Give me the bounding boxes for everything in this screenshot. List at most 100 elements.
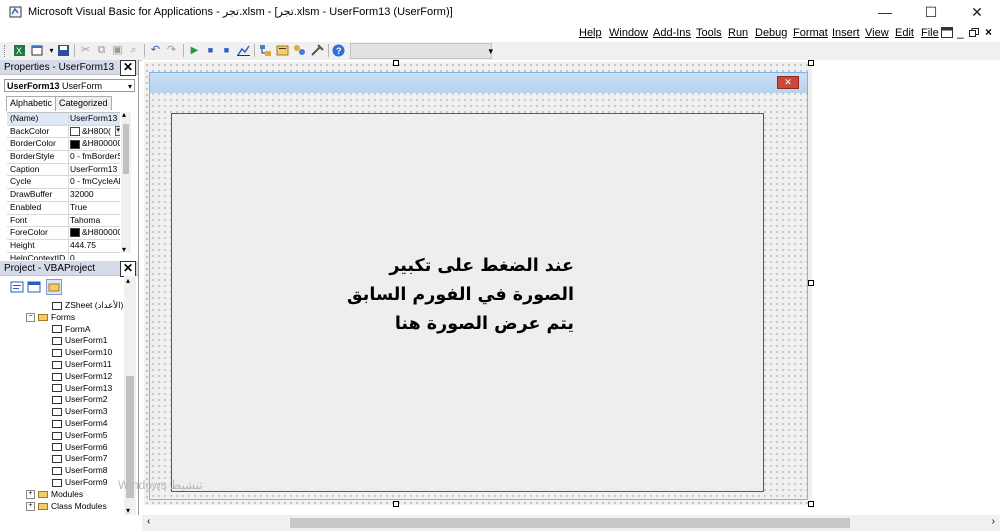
prop-value[interactable]: 32000 — [68, 189, 120, 201]
minimize-button[interactable]: — — [862, 0, 908, 24]
userform-close-icon[interactable]: ✕ — [777, 76, 799, 89]
tree-item[interactable]: UserForm6 — [52, 441, 108, 453]
prop-row[interactable]: ForeColor &H800000 — [7, 227, 120, 240]
object-browser-icon[interactable] — [292, 43, 307, 58]
tree-item[interactable]: + Modules — [26, 488, 83, 500]
menu-format[interactable]: Format — [793, 27, 828, 39]
prop-row[interactable]: DrawBuffer 32000 — [7, 189, 120, 202]
reset-icon[interactable]: ■ — [219, 43, 234, 58]
insert-userform-icon[interactable] — [30, 43, 45, 58]
prop-value[interactable]: &H800000 — [68, 138, 120, 151]
tree-item[interactable]: UserForm10 — [52, 346, 112, 358]
menu-insert[interactable]: Insert — [832, 27, 860, 39]
view-code-icon[interactable] — [10, 280, 24, 294]
paste-icon[interactable]: ▣ — [110, 43, 125, 58]
prop-value[interactable]: &H800(▾ — [68, 125, 120, 138]
menu-add-ins[interactable]: Add-Ins — [653, 27, 691, 39]
prop-value[interactable]: 444.75 — [68, 239, 120, 252]
help-icon[interactable]: ? — [331, 43, 346, 58]
resize-handle[interactable] — [808, 501, 814, 507]
break-icon[interactable]: ■ — [203, 43, 218, 58]
undo-icon[interactable]: ↶ — [148, 43, 163, 58]
tree-item[interactable]: UserForm3 — [52, 405, 108, 417]
mdi-restore-icon[interactable] — [969, 28, 979, 37]
project-explorer-icon[interactable] — [258, 43, 273, 58]
properties-scrollbar[interactable]: ▴ ▾ — [121, 110, 131, 254]
tree-item[interactable]: UserForm5 — [52, 429, 108, 441]
find-icon[interactable]: ⌕ — [126, 43, 141, 58]
scroll-left-icon[interactable]: ‹ — [147, 516, 150, 527]
prop-value[interactable]: 0 - fmCycleAllF — [68, 176, 120, 189]
object-selector[interactable]: UserForm13 UserForm ▾ — [4, 79, 135, 92]
tree-item[interactable]: UserForm11 — [52, 358, 112, 370]
tab-categorized[interactable]: Categorized — [55, 96, 112, 110]
chevron-down-icon[interactable]: ▾ — [115, 125, 120, 136]
tree-item[interactable]: UserForm4 — [52, 417, 108, 429]
toolbox-icon[interactable] — [310, 43, 325, 58]
prop-row[interactable]: BorderColor &H800000 — [7, 138, 120, 152]
prop-row[interactable]: (Name) UserForm13 — [7, 113, 120, 126]
form-label[interactable]: عند الضغط على تكبير الصورة في الفورم الس… — [347, 252, 574, 339]
view-object-icon[interactable] — [27, 280, 41, 294]
scroll-thumb[interactable] — [123, 124, 129, 174]
expand-icon[interactable]: + — [26, 501, 35, 511]
toolbar-grip[interactable] — [4, 45, 8, 57]
close-button[interactable]: ✕ — [954, 0, 1000, 24]
scroll-down-icon[interactable]: ▾ — [122, 245, 126, 254]
tree-item[interactable]: ZSheet (الأعداد) — [52, 299, 123, 311]
toolbar-options-icon[interactable]: ▾ — [488, 46, 493, 57]
prop-row[interactable]: Enabled True — [7, 201, 120, 215]
redo-icon[interactable]: ↷ — [164, 43, 179, 58]
menu-help[interactable]: Help — [579, 27, 602, 39]
scroll-right-icon[interactable]: › — [992, 516, 995, 527]
toggle-folders-icon[interactable] — [46, 279, 62, 295]
prop-row[interactable]: Caption UserForm13 — [7, 163, 120, 177]
maximize-button[interactable]: ☐ — [908, 0, 954, 24]
scroll-thumb[interactable] — [290, 518, 850, 528]
excel-view-icon[interactable]: X — [12, 43, 27, 58]
tree-item[interactable]: UserForm9 — [52, 476, 108, 488]
prop-value[interactable]: &H800000 — [68, 227, 120, 239]
run-icon[interactable]: ▶ — [187, 43, 202, 58]
tree-item[interactable]: UserForm13 — [52, 382, 112, 394]
tree-item[interactable]: UserForm8 — [52, 464, 108, 476]
menu-run[interactable]: Run — [728, 27, 748, 39]
tree-item[interactable]: + Class Modules — [26, 500, 107, 512]
menu-window[interactable]: Window — [609, 27, 648, 39]
menu-view[interactable]: View — [865, 27, 889, 39]
prop-value[interactable]: True — [68, 201, 120, 214]
design-mode-icon[interactable] — [236, 43, 251, 58]
collapse-icon[interactable]: − — [26, 313, 35, 323]
prop-value[interactable]: UserForm13 — [68, 113, 120, 125]
mdi-minimize-button[interactable]: _ — [957, 25, 964, 39]
expand-icon[interactable]: + — [26, 490, 35, 500]
project-close-icon[interactable]: ✕ — [120, 261, 136, 277]
prop-row[interactable]: Height 444.75 — [7, 239, 120, 253]
tree-item[interactable]: FormA — [52, 323, 91, 335]
prop-row[interactable]: Font Tahoma — [7, 214, 120, 228]
menu-file[interactable]: File — [921, 27, 939, 39]
scroll-up-icon[interactable]: ▴ — [126, 276, 130, 285]
menu-tools[interactable]: Tools — [696, 27, 722, 39]
tree-item[interactable]: − Forms — [26, 311, 75, 323]
tab-alphabetic[interactable]: Alphabetic — [6, 96, 57, 111]
mdi-close-button[interactable]: × — [985, 25, 992, 39]
copy-icon[interactable]: ⧉ — [94, 43, 109, 58]
resize-handle[interactable] — [808, 60, 814, 66]
prop-value[interactable]: Tahoma — [68, 214, 120, 227]
menu-edit[interactable]: Edit — [895, 27, 914, 39]
cut-icon[interactable]: ✂ — [78, 43, 93, 58]
tree-item[interactable]: UserForm12 — [52, 370, 112, 382]
properties-close-icon[interactable]: ✕ — [120, 60, 136, 76]
prop-row[interactable]: BackColor &H800(▾ — [7, 125, 120, 139]
save-icon[interactable] — [56, 43, 71, 58]
chevron-down-icon[interactable]: ▾ — [128, 80, 132, 93]
resize-handle[interactable] — [393, 501, 399, 507]
tree-item[interactable]: UserForm7 — [52, 452, 108, 464]
prop-row[interactable]: Cycle 0 - fmCycleAllF — [7, 176, 120, 190]
designer-hscrollbar[interactable]: ‹ › — [142, 515, 1000, 531]
tree-item[interactable]: UserForm2 — [52, 393, 108, 405]
properties-window-icon[interactable] — [275, 43, 290, 58]
menu-debug[interactable]: Debug — [755, 27, 787, 39]
scroll-down-icon[interactable]: ▾ — [126, 506, 130, 515]
